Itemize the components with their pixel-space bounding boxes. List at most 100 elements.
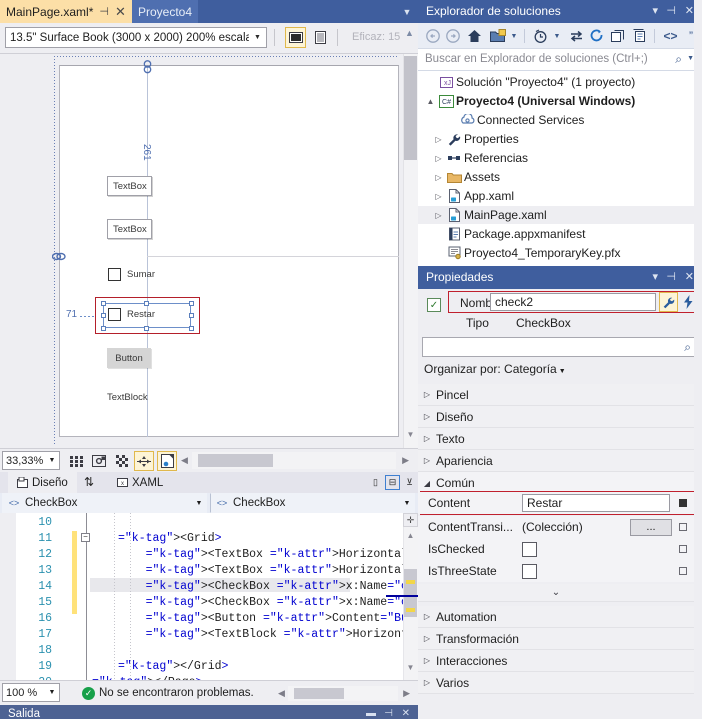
- align-button[interactable]: [134, 451, 154, 471]
- page-surface[interactable]: [59, 65, 399, 437]
- landscape-view-button[interactable]: [285, 27, 306, 48]
- tree-expander[interactable]: ▷: [432, 173, 445, 182]
- canvas-scroll-thumb[interactable]: [404, 56, 417, 160]
- ischecked-checkbox[interactable]: [522, 541, 537, 557]
- chevron-down-icon[interactable]: ▾: [652, 4, 658, 17]
- close-icon[interactable]: ✕: [685, 4, 694, 17]
- properties-search-input[interactable]: ⌕: [422, 337, 697, 357]
- tree-node-solution[interactable]: xJ Solución "Proyecto4" (1 proyecto): [418, 73, 702, 91]
- category-varios[interactable]: ▷ Varios: [418, 672, 694, 694]
- property-row-contenttransitions[interactable]: ContentTransi... (Colección) ...: [418, 516, 694, 538]
- tree-node-package-appxmanifest[interactable]: Package.appxmanifest: [418, 225, 702, 243]
- resize-handle-e[interactable]: [189, 313, 194, 318]
- resize-handle-s[interactable]: [144, 326, 149, 331]
- chevron-down-icon[interactable]: ▼: [192, 500, 206, 507]
- design-textbox-2[interactable]: TextBox: [107, 219, 152, 239]
- horizontal-split-button[interactable]: ⊟: [385, 475, 400, 490]
- category-pincel[interactable]: ▷ Pincel: [418, 384, 694, 406]
- chevron-down-icon[interactable]: ▼: [400, 500, 414, 507]
- close-icon[interactable]: ✕: [115, 4, 126, 20]
- design-textbox-1[interactable]: TextBox: [107, 176, 152, 196]
- tree-node-connected-services[interactable]: Connected Services: [418, 111, 702, 129]
- property-marker-empty[interactable]: [679, 523, 687, 531]
- chevron-right-icon[interactable]: ▷: [418, 656, 436, 665]
- resize-handle-ne[interactable]: [189, 301, 194, 306]
- triangle-up-icon[interactable]: ▲: [403, 28, 416, 40]
- home-button[interactable]: [465, 27, 484, 45]
- chevron-right-icon[interactable]: ▷: [418, 678, 436, 687]
- tree-expander[interactable]: ▷: [432, 211, 445, 220]
- triangle-left-icon[interactable]: ◀: [278, 688, 285, 699]
- design-button-1[interactable]: Button: [107, 348, 151, 368]
- tree-node-properties[interactable]: ▷ Properties: [418, 130, 702, 148]
- property-marker-empty[interactable]: [679, 567, 687, 575]
- tree-node-proyecto4[interactable]: ▲ C# Proyecto4 (Universal Windows): [418, 92, 702, 110]
- code-type-dropdown[interactable]: <> CheckBox ▼: [2, 493, 207, 513]
- chevron-right-icon[interactable]: ▷: [418, 390, 436, 399]
- design-checkbox-restar[interactable]: Restar: [108, 308, 155, 321]
- property-row-ischecked[interactable]: IsChecked: [418, 538, 694, 560]
- refresh-button[interactable]: [587, 27, 606, 45]
- margin-gizmo-top-icon[interactable]: [142, 60, 153, 74]
- pin-icon[interactable]: ⊣: [384, 708, 393, 719]
- triangle-left-icon[interactable]: ◀: [181, 455, 188, 466]
- content-value-input[interactable]: Restar: [522, 494, 670, 512]
- pin-icon[interactable]: ⊣: [99, 5, 109, 18]
- close-icon[interactable]: ✕: [685, 270, 694, 283]
- design-zoom-combo[interactable]: 33,33% ▼: [2, 451, 60, 470]
- triangle-down-icon[interactable]: ▼: [405, 430, 416, 439]
- magnifier-icon[interactable]: ⌕: [675, 52, 682, 67]
- swap-panes-icon[interactable]: ⇅: [84, 475, 94, 489]
- chevron-down-icon[interactable]: ▼: [687, 55, 694, 62]
- link-icon[interactable]: [52, 251, 66, 262]
- tree-node-assets[interactable]: ▷ Assets: [418, 168, 702, 186]
- chevron-right-icon[interactable]: ▷: [418, 412, 436, 421]
- navigate-back-button[interactable]: [424, 27, 442, 45]
- chevron-down-icon[interactable]: ▼: [45, 457, 59, 464]
- chevron-down-icon[interactable]: ▼: [400, 5, 414, 19]
- tree-node-app-xaml[interactable]: ▷ App.xaml: [418, 187, 702, 205]
- resize-handle-n[interactable]: [144, 301, 149, 306]
- device-preview-button[interactable]: [157, 451, 177, 471]
- chevron-right-icon[interactable]: ▷: [418, 434, 436, 443]
- device-combo[interactable]: 13.5" Surface Book (3000 x 2000) 200% es…: [5, 27, 267, 48]
- chevron-right-icon[interactable]: ▷: [418, 612, 436, 621]
- tab-proyecto4[interactable]: Proyecto4: [132, 0, 199, 23]
- organize-by-dropdown[interactable]: Organizar por: Categoría ▼: [424, 362, 566, 376]
- show-more-properties-button[interactable]: ⌄: [418, 584, 694, 602]
- triangle-down-icon[interactable]: ▼: [405, 663, 416, 672]
- properties-window-button[interactable]: [630, 27, 649, 45]
- code-member-dropdown[interactable]: <> CheckBox ▼: [210, 493, 415, 513]
- minimize-icon[interactable]: ▬: [366, 708, 376, 719]
- triangle-up-icon[interactable]: ▲: [405, 531, 416, 540]
- collapse-all-button[interactable]: [608, 27, 627, 45]
- property-row-content[interactable]: Content Restar: [418, 492, 694, 514]
- chevron-right-icon[interactable]: ▷: [418, 456, 436, 465]
- output-panel-header[interactable]: Salida ▬ ⊣ ✕: [0, 705, 418, 719]
- show-all-files-dropdown[interactable]: ▼: [551, 27, 563, 45]
- show-grid-button[interactable]: [66, 451, 86, 471]
- tree-node-mainpage-xaml[interactable]: ▷ MainPage.xaml: [418, 206, 702, 224]
- triangle-right-icon[interactable]: ▶: [403, 688, 410, 699]
- category-texto[interactable]: ▷ Texto: [418, 428, 694, 450]
- category-diseno[interactable]: ▷ Diseño: [418, 406, 694, 428]
- pin-icon[interactable]: ⊣: [666, 270, 676, 283]
- tree-expander[interactable]: ▷: [432, 135, 445, 144]
- chevron-right-icon[interactable]: ▷: [418, 634, 436, 643]
- snap-to-snaplines-button[interactable]: [112, 451, 132, 471]
- design-textblock-1[interactable]: TextBlock: [107, 392, 148, 403]
- portrait-view-button[interactable]: [310, 27, 331, 48]
- design-horizontal-scrollbar[interactable]: ◀ ▶: [180, 452, 410, 469]
- code-hscroll-thumb[interactable]: [294, 688, 344, 699]
- design-checkbox-sumar[interactable]: Sumar: [108, 268, 155, 281]
- pin-icon[interactable]: ⊣: [666, 4, 676, 17]
- collapse-pane-button[interactable]: ⊻: [402, 475, 417, 490]
- solution-explorer-search[interactable]: Buscar en Explorador de soluciones (Ctrl…: [418, 49, 702, 71]
- code-horizontal-scrollbar[interactable]: ◀ ▶: [278, 686, 410, 701]
- code-zoom-combo[interactable]: 100 % ▼: [2, 683, 60, 702]
- snap-to-gridlines-button[interactable]: [89, 451, 109, 471]
- wrench-button[interactable]: [659, 292, 678, 312]
- tree-node-temporarykey-pfx[interactable]: Proyecto4_TemporaryKey.pfx: [418, 244, 702, 262]
- name-input[interactable]: check2: [490, 293, 656, 311]
- chevron-down-icon[interactable]: ▾: [652, 270, 658, 283]
